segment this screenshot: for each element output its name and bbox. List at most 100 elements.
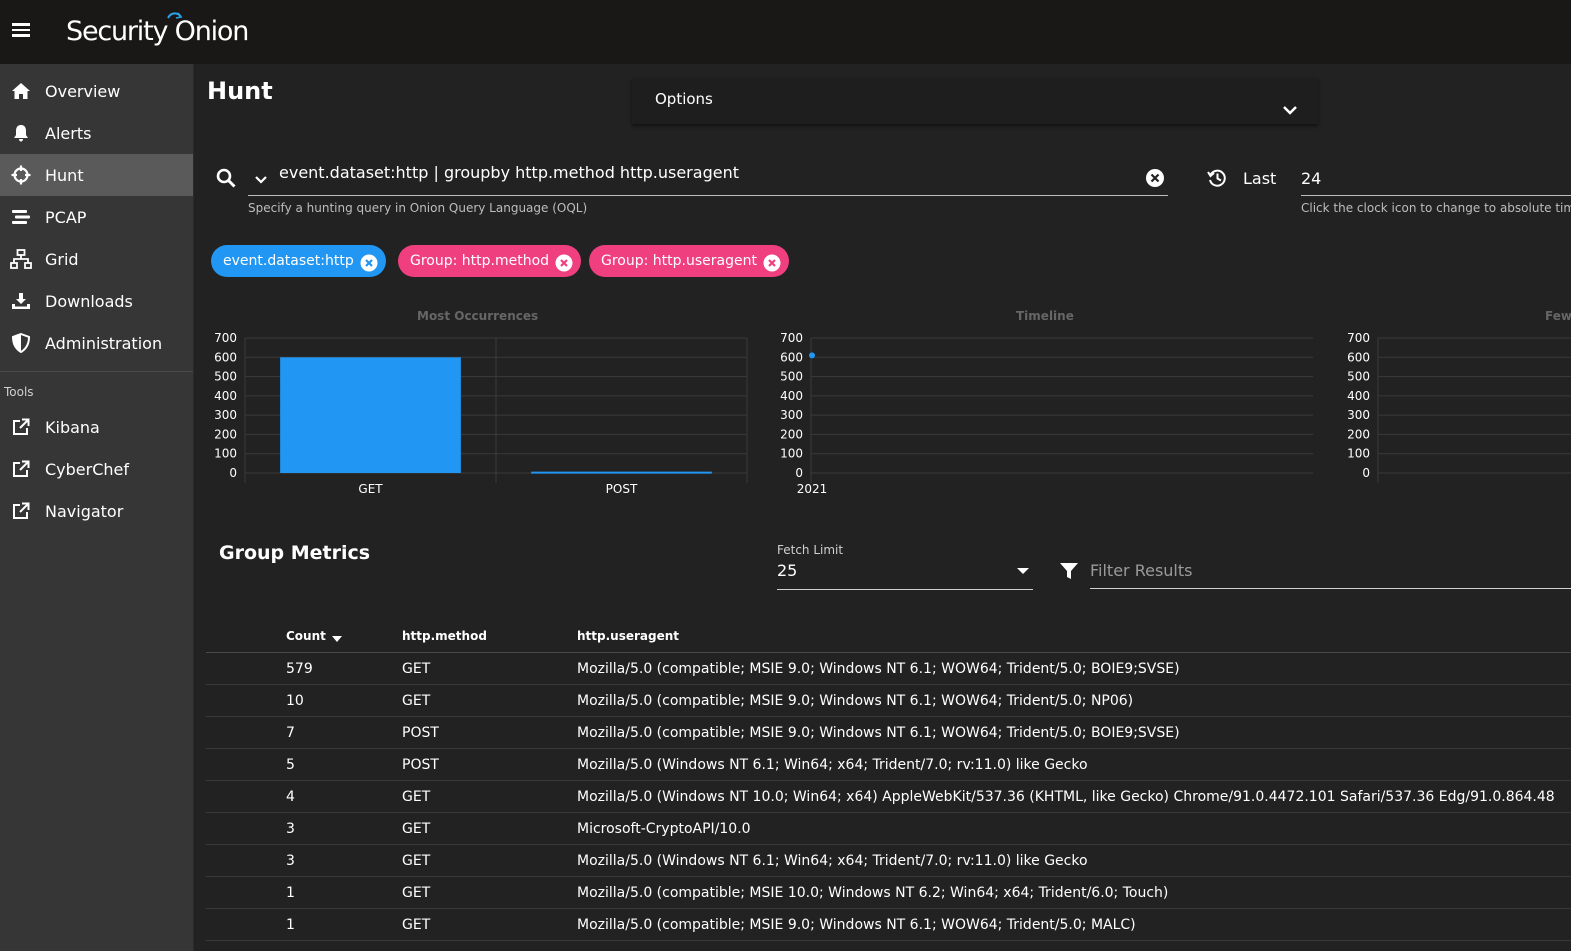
query-text[interactable]: event.dataset:http | groupby http.method… [279, 163, 739, 182]
table-row[interactable]: 3 GET Microsoft-CryptoAPI/10.0 [206, 813, 1571, 845]
stream-icon [10, 206, 32, 228]
table-row[interactable]: 579 GET Mozilla/5.0 (compatible; MSIE 9.0;… [206, 653, 1571, 685]
cell-method[interactable]: GET [402, 685, 430, 717]
sort-desc-icon[interactable] [331, 636, 342, 642]
sidebar-item-downloads[interactable]: Downloads [0, 280, 193, 322]
fetch-limit-select[interactable]: Fetch Limit 25 [777, 542, 1033, 590]
table-row[interactable]: 1 GET Mozilla/5.0 (compatible; MSIE 9.0; W… [206, 909, 1571, 941]
sidebar-item-label: Administration [45, 333, 163, 353]
group-metrics-title: Group Metrics [219, 542, 371, 564]
time-range-value[interactable]: 24 [1301, 169, 1321, 188]
column-header-method[interactable]: http.method [402, 620, 487, 652]
table-header: Count http.method http.useragent [206, 620, 1571, 653]
filter-chip-dataset[interactable]: event.dataset:http [211, 245, 386, 277]
chart-title: Fewest Occurrences [1545, 309, 1571, 323]
cell-useragent[interactable]: Mozilla/5.0 (compatible; MSIE 9.0; Windo… [577, 909, 1136, 941]
cell-method[interactable]: POST [402, 717, 439, 749]
sidebar-item-navigator[interactable]: Navigator [0, 490, 193, 532]
cell-method[interactable]: GET [402, 653, 430, 685]
sidebar-item-pcap[interactable]: PCAP [0, 196, 193, 238]
close-icon[interactable] [555, 252, 573, 284]
chevron-down-icon[interactable] [254, 170, 268, 189]
cell-count[interactable]: 1 [286, 909, 295, 941]
external-link-icon [10, 416, 32, 438]
home-icon [10, 80, 32, 102]
cell-count[interactable]: 5 [286, 749, 295, 781]
cell-method[interactable]: GET [402, 813, 430, 845]
cell-count[interactable]: 3 [286, 845, 295, 877]
y-tick-label: 0 [1362, 466, 1370, 480]
y-tick-label: 600 [214, 350, 237, 364]
sidebar-item-administration[interactable]: Administration [0, 322, 193, 364]
timeline-point [809, 352, 815, 359]
sidebar-item-label: Navigator [45, 501, 124, 521]
cell-count[interactable]: 1 [286, 877, 295, 909]
sidebar-item-overview[interactable]: Overview [0, 70, 193, 112]
table-row[interactable]: 3 GET Mozilla/5.0 (Windows NT 6.1; Win64; … [206, 845, 1571, 877]
y-tick-label: 700 [214, 331, 237, 345]
chart-most-occurrences: Most Occurrences 0 100 200 300 400 500 600 700 G… [207, 309, 752, 513]
cell-useragent[interactable]: Mozilla/5.0 (compatible; MSIE 9.0; Windo… [577, 653, 1180, 685]
filter-icon [1059, 561, 1079, 585]
cell-count[interactable]: 7 [286, 717, 295, 749]
cell-count[interactable]: 579 [286, 653, 313, 685]
query-input[interactable]: event.dataset:http | groupby http.method… [248, 159, 1168, 196]
cell-method[interactable]: GET [402, 909, 430, 941]
chip-label: Group: http.useragent [601, 253, 757, 269]
cell-count[interactable]: 10 [286, 685, 304, 717]
main-content: Hunt Options event.dataset:http | groupb… [195, 64, 1571, 951]
table-row[interactable]: 7 POST Mozilla/5.0 (compatible; MSIE 9.0; … [206, 717, 1571, 749]
sidebar-item-grid[interactable]: Grid [0, 238, 193, 280]
y-tick-label: 700 [780, 331, 803, 345]
options-expander[interactable]: Options [632, 78, 1318, 124]
filter-results-input[interactable] [1090, 554, 1571, 586]
filter-results-field[interactable] [1090, 554, 1571, 589]
cell-useragent[interactable]: Mozilla/5.0 (compatible; MSIE 9.0; Windo… [577, 685, 1133, 717]
close-icon[interactable] [763, 252, 781, 284]
y-tick-label: 600 [780, 350, 803, 364]
crosshairs-icon [10, 164, 32, 186]
cell-useragent[interactable]: Mozilla/5.0 (compatible; MSIE 10.0; Wind… [577, 877, 1168, 909]
table-row[interactable]: 5 POST Mozilla/5.0 (Windows NT 6.1; Win64;… [206, 749, 1571, 781]
sidebar-item-label: PCAP [45, 207, 87, 227]
cell-useragent[interactable]: Mozilla/5.0 (Windows NT 10.0; Win64; x64… [577, 781, 1555, 813]
menu-icon[interactable] [12, 20, 36, 44]
table-row[interactable]: 4 GET Mozilla/5.0 (Windows NT 10.0; Win64;… [206, 781, 1571, 813]
chart-timeline: Timeline 0 100 200 300 400 500 600 700 2021 [773, 309, 1318, 513]
y-tick-label: 200 [780, 427, 803, 441]
cell-count[interactable]: 3 [286, 813, 295, 845]
clear-icon[interactable] [1145, 168, 1165, 192]
sidebar-item-hunt[interactable]: Hunt [0, 154, 193, 196]
cell-useragent[interactable]: Mozilla/5.0 (Windows NT 6.1; Win64; x64;… [577, 845, 1088, 877]
cell-useragent[interactable]: Mozilla/5.0 (Windows NT 6.1; Win64; x64;… [577, 749, 1088, 781]
history-icon[interactable] [1207, 168, 1227, 192]
column-header-useragent[interactable]: http.useragent [577, 620, 679, 652]
y-tick-label: 400 [214, 389, 237, 403]
search-icon[interactable] [216, 168, 236, 192]
external-link-icon [10, 500, 32, 522]
cell-method[interactable]: GET [402, 781, 430, 813]
table-row[interactable]: 1 GET Mozilla/5.0 (compatible; MSIE 10.0; … [206, 877, 1571, 909]
sidebar-item-alerts[interactable]: Alerts [0, 112, 193, 154]
cell-method[interactable]: POST [402, 749, 439, 781]
cell-count[interactable]: 4 [286, 781, 295, 813]
sidebar-item-kibana[interactable]: Kibana [0, 406, 193, 448]
group-chip-method[interactable]: Group: http.method [398, 245, 582, 277]
y-tick-label: 100 [780, 447, 803, 461]
security-onion-logo: Security Onion [66, 10, 249, 54]
download-icon [10, 290, 32, 312]
cell-method[interactable]: GET [402, 877, 430, 909]
time-range-input[interactable]: 24 [1301, 159, 1571, 196]
y-tick-label: 700 [1347, 331, 1370, 345]
cell-method[interactable]: GET [402, 845, 430, 877]
sidebar-item-cyberchef[interactable]: CyberChef [0, 448, 193, 490]
time-range-label: Last [1243, 169, 1277, 188]
close-icon[interactable] [360, 252, 378, 284]
cell-useragent[interactable]: Mozilla/5.0 (compatible; MSIE 9.0; Windo… [577, 717, 1180, 749]
column-header-count[interactable]: Count [286, 620, 342, 652]
table-row[interactable]: 10 GET Mozilla/5.0 (compatible; MSIE 9.0; … [206, 685, 1571, 717]
dropdown-arrow-icon[interactable] [1017, 568, 1029, 574]
fetch-limit-value[interactable]: 25 [777, 561, 797, 580]
group-chip-useragent[interactable]: Group: http.useragent [589, 245, 789, 277]
cell-useragent[interactable]: Microsoft-CryptoAPI/10.0 [577, 813, 751, 845]
